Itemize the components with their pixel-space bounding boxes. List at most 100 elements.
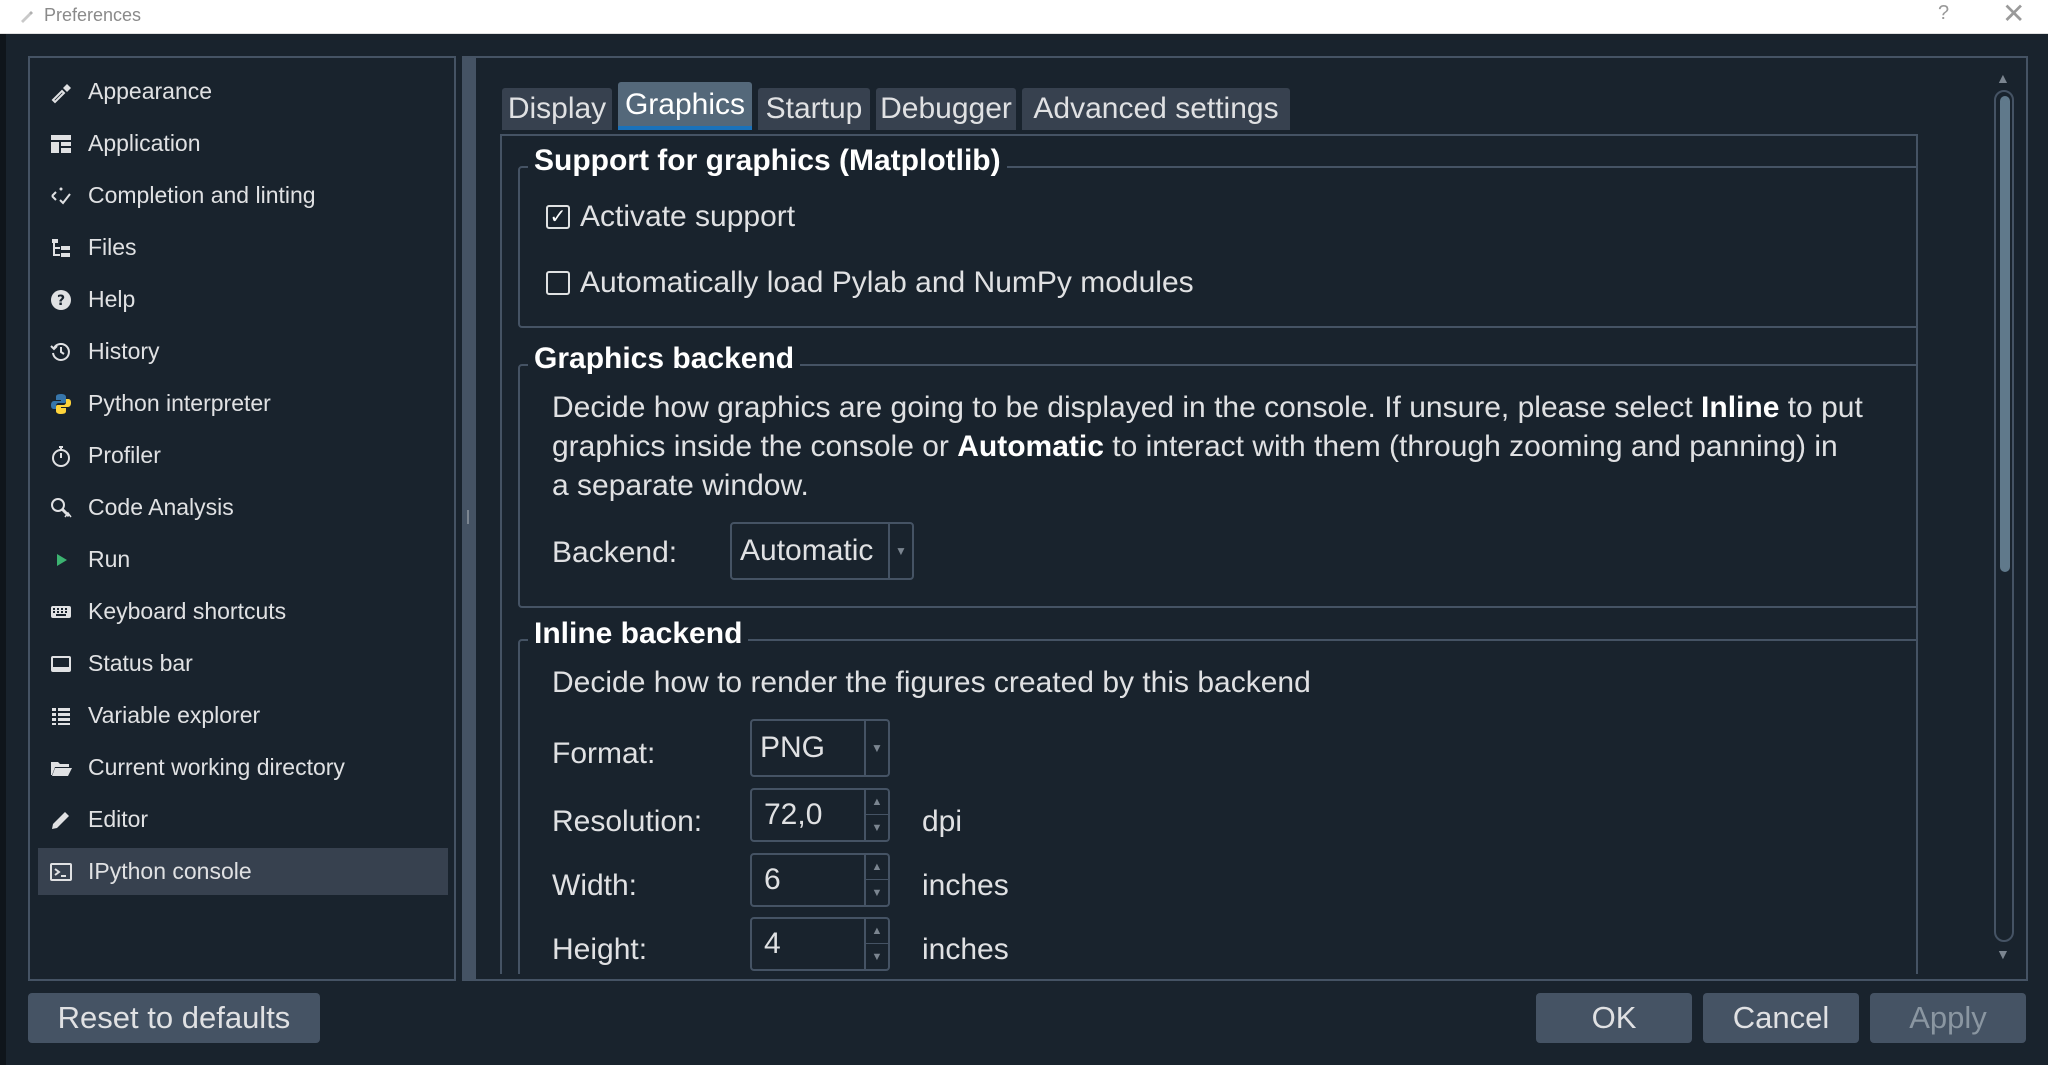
chevron-down-icon: ▼ <box>864 721 888 775</box>
height-label: Height: <box>552 933 648 966</box>
checkbox-unchecked[interactable] <box>546 271 570 295</box>
window-edge <box>0 34 6 1065</box>
height-spinbox[interactable]: 4 ▲ ▼ <box>750 917 890 971</box>
sidebar-item-label: Completion and linting <box>88 182 316 208</box>
spin-down-icon[interactable]: ▼ <box>866 880 888 905</box>
paintbrush-icon <box>48 79 74 105</box>
scroll-up-icon[interactable]: ▲ <box>1996 70 2010 86</box>
spin-up-icon[interactable]: ▲ <box>866 790 888 815</box>
splitter-grip <box>467 510 469 524</box>
checkbox-checked[interactable]: ✓ <box>546 205 570 229</box>
sidebar-item-label: Run <box>88 546 131 572</box>
sidebar-item-editor[interactable]: Editor <box>38 796 448 843</box>
format-value: PNG <box>760 731 826 764</box>
sidebar-item-appearance[interactable]: Appearance <box>38 68 448 115</box>
close-button[interactable]: ✕ <box>2002 0 2025 28</box>
resolution-spinbox[interactable]: 72,0 ▲ ▼ <box>750 788 890 842</box>
activate-support-checkbox[interactable]: ✓ Activate support <box>546 200 795 234</box>
title-bar: Preferences ? ✕ <box>0 0 2048 34</box>
tab-debugger[interactable]: Debugger <box>876 88 1016 130</box>
chevron-down-icon: ▼ <box>888 524 912 578</box>
resolution-label: Resolution: <box>552 805 703 838</box>
inline-description: Decide how to render the figures created… <box>552 666 1311 699</box>
tab-startup[interactable]: Startup <box>758 88 870 130</box>
sidebar-item-label: History <box>88 338 160 364</box>
format-select[interactable]: PNG ▼ <box>750 719 890 777</box>
pencil-icon <box>48 807 74 833</box>
resolution-unit: dpi <box>922 805 963 838</box>
reset-to-defaults-button[interactable]: Reset to defaults <box>28 993 320 1043</box>
sidebar-item-label: Profiler <box>88 442 161 468</box>
inline-backend-group: Inline backend Decide how to render the … <box>518 617 1916 974</box>
support-graphics-group: Support for graphics (Matplotlib) ✓ Acti… <box>518 144 1916 328</box>
sidebar-item-label: Files <box>88 234 137 260</box>
folder-open-icon <box>48 755 74 781</box>
sidebar-item-status-bar[interactable]: Status bar <box>38 640 448 687</box>
spin-down-icon[interactable]: ▼ <box>866 815 888 840</box>
sidebar-item-profiler[interactable]: Profiler <box>38 432 448 479</box>
sidebar-item-application[interactable]: Application <box>38 120 448 167</box>
spin-up-icon[interactable]: ▲ <box>866 855 888 880</box>
sidebar-item-completion[interactable]: Completion and linting <box>38 172 448 219</box>
sidebar-item-help[interactable]: ? Help <box>38 276 448 323</box>
status-bar-icon <box>48 651 74 677</box>
width-spinbox[interactable]: 6 ▲ ▼ <box>750 853 890 907</box>
sidebar-item-label: Code Analysis <box>88 494 234 520</box>
sidebar-item-label: Application <box>88 130 201 156</box>
autoload-pylab-checkbox[interactable]: Automatically load Pylab and NumPy modul… <box>546 266 1194 300</box>
ok-button[interactable]: OK <box>1536 993 1692 1043</box>
files-tree-icon <box>48 235 74 261</box>
scroll-track[interactable] <box>1994 90 2014 942</box>
sidebar-item-label: Current working directory <box>88 754 345 780</box>
scroll-down-icon[interactable]: ▼ <box>1996 946 2010 962</box>
checkbox-label: Activate support <box>580 200 796 233</box>
height-value: 4 <box>764 927 781 960</box>
apply-button[interactable]: Apply <box>1870 993 2026 1043</box>
sidebar-item-ipython-console[interactable]: IPython console <box>38 848 448 895</box>
sidebar: Appearance Application Completion and li… <box>28 56 456 981</box>
sidebar-item-keyboard-shortcuts[interactable]: Keyboard shortcuts <box>38 588 448 635</box>
sidebar-item-history[interactable]: History <box>38 328 448 375</box>
help-button[interactable]: ? <box>1938 2 1949 25</box>
spin-down-icon[interactable]: ▼ <box>866 944 888 969</box>
spin-up-icon[interactable]: ▲ <box>866 919 888 944</box>
tab-advanced-settings[interactable]: Advanced settings <box>1022 88 1290 130</box>
height-unit: inches <box>922 933 1009 966</box>
splitter-handle[interactable] <box>462 56 474 981</box>
console-icon <box>48 859 74 885</box>
completion-icon <box>48 183 74 209</box>
keyboard-icon <box>48 599 74 625</box>
width-label: Width: <box>552 869 638 902</box>
sidebar-item-code-analysis[interactable]: Code Analysis <box>38 484 448 531</box>
code-analysis-icon <box>48 495 74 521</box>
history-icon <box>48 339 74 365</box>
sidebar-item-files[interactable]: Files <box>38 224 448 271</box>
sidebar-item-label: Variable explorer <box>88 702 261 728</box>
table-icon <box>48 703 74 729</box>
backend-select[interactable]: Automatic ▼ <box>730 522 914 580</box>
sidebar-item-run[interactable]: Run <box>38 536 448 583</box>
cancel-button[interactable]: Cancel <box>1703 993 1859 1043</box>
sidebar-item-label: Python interpreter <box>88 390 271 416</box>
app-icon <box>21 11 33 23</box>
sidebar-item-label: Appearance <box>88 78 213 104</box>
tab-graphics[interactable]: Graphics <box>618 82 752 130</box>
group-title: Inline backend <box>528 617 749 651</box>
scroll-thumb[interactable] <box>2000 96 2010 572</box>
backend-value: Automatic <box>740 534 874 567</box>
layout-icon <box>48 131 74 157</box>
sidebar-item-label: Help <box>88 286 136 312</box>
width-unit: inches <box>922 869 1009 902</box>
tab-display[interactable]: Display <box>502 88 612 130</box>
width-value: 6 <box>764 863 781 896</box>
sidebar-item-python-interpreter[interactable]: Python interpreter <box>38 380 448 427</box>
checkbox-label: Automatically load Pylab and NumPy modul… <box>580 266 1194 299</box>
format-label: Format: <box>552 737 656 770</box>
backend-description: Decide how graphics are going to be disp… <box>552 391 1863 502</box>
sidebar-item-label: Status bar <box>88 650 193 676</box>
sidebar-item-working-directory[interactable]: Current working directory <box>38 744 448 791</box>
window-title: Preferences <box>44 5 142 25</box>
svg-text:?: ? <box>57 293 65 309</box>
sidebar-item-variable-explorer[interactable]: Variable explorer <box>38 692 448 739</box>
vertical-scrollbar[interactable]: ▲ ▼ <box>1990 66 2018 972</box>
